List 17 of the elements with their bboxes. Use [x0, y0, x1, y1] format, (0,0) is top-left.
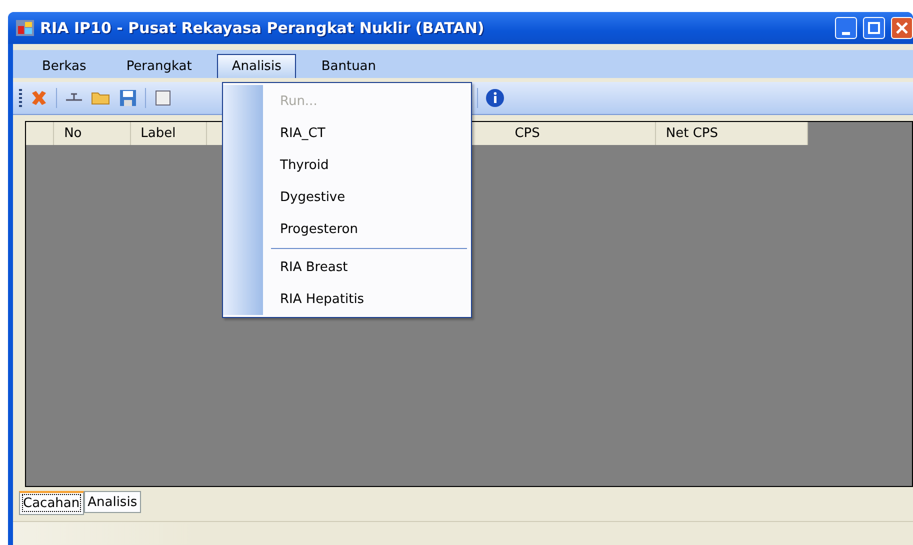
menu-item[interactable]: Analisis	[216, 54, 296, 78]
menu-option[interactable]: Thyroid	[223, 149, 471, 181]
menu-item[interactable]: Bantuan	[306, 54, 392, 78]
column-header[interactable]: Label	[130, 122, 208, 145]
menu-option[interactable]: Progesteron	[223, 213, 471, 245]
menu-item[interactable]: Berkas	[27, 54, 102, 78]
column-header[interactable]: CPS	[504, 122, 656, 145]
column-header[interactable]: No	[54, 122, 131, 145]
tab[interactable]: Cacahan	[19, 491, 84, 515]
menu-item[interactable]: Perangkat	[111, 54, 207, 78]
window-title: RIA IP10 - Pusat Rekayasa Perangkat Nuklir (BATAN)	[40, 19, 486, 37]
menu-option[interactable]: RIA_CT	[223, 117, 471, 149]
menu-option[interactable]: Dygestive	[223, 181, 471, 213]
menu-option[interactable]: RIA Hepatitis	[223, 283, 471, 315]
tab[interactable]: Analisis	[84, 491, 142, 513]
column-header[interactable]: Net CPS	[656, 122, 808, 145]
menu-option[interactable]: RIA Breast	[223, 251, 471, 283]
